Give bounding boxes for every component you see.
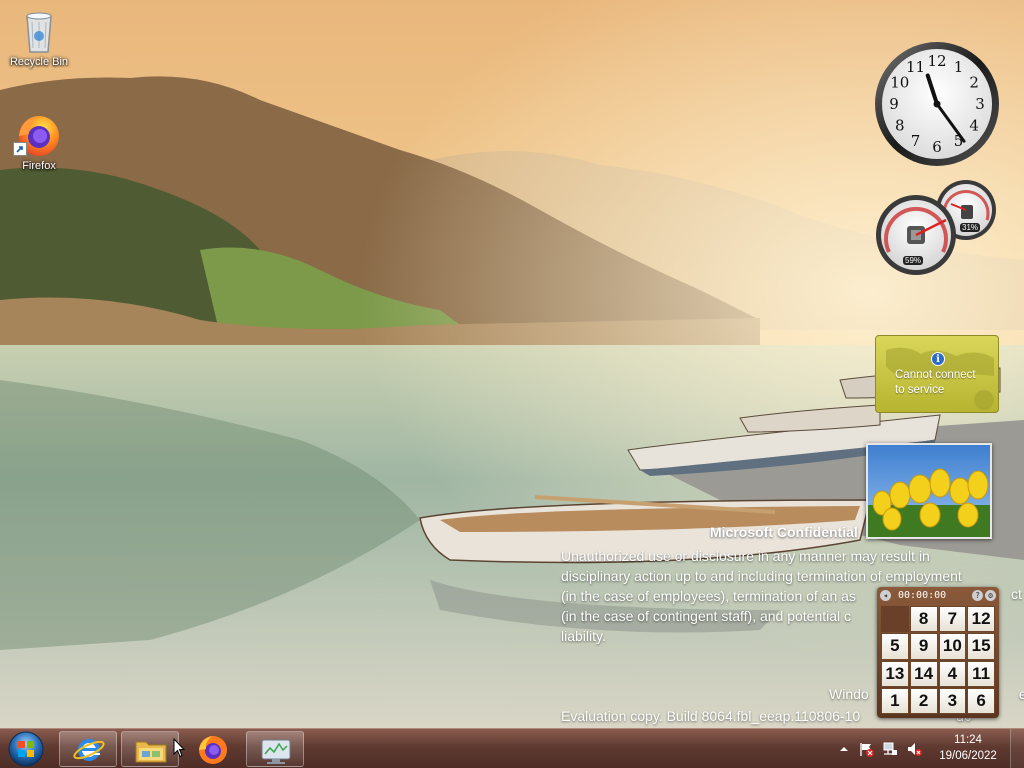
firefox-icon [13,110,63,158]
recycle-bin-icon [15,6,63,54]
puzzle-tile[interactable]: 13 [881,660,909,687]
confidential-title: Microsoft Confidential [710,524,858,540]
desktop-icon-label: Firefox [22,160,56,172]
show-hidden-icon[interactable] [836,741,852,757]
ie-icon [73,739,105,761]
cpu-usage-label: 59% [903,256,924,265]
clock-numeral: 3 [975,95,985,113]
puzzle-toolbar: ◂ 00:00:00 ? ⚙ [880,589,996,603]
shortcut-arrow-icon [13,142,27,156]
info-icon: i [931,352,945,366]
action-center-flag-icon[interactable] [858,741,874,757]
clock-numeral: 7 [911,132,921,150]
puzzle-tile[interactable]: 6 [967,687,995,714]
puzzle-empty-slot [881,606,909,633]
confidential-body-fragment: ct [1011,586,1022,602]
weather-status-message: Cannot connect to service [895,369,976,396]
puzzle-tile[interactable]: 3 [938,687,967,714]
puzzle-tile[interactable]: 4 [938,660,967,687]
clock-numeral: 8 [895,117,905,135]
memory-usage-label: 31% [960,223,981,232]
mouse-cursor [173,737,186,758]
puzzle-tile[interactable]: 10 [938,633,967,660]
clock-numeral: 11 [906,58,925,76]
puzzle-tile[interactable]: 1 [881,687,909,714]
monitor-icon [261,739,291,764]
puzzle-tile[interactable]: 8 [909,606,938,633]
volume-muted-icon[interactable] [906,741,922,757]
puzzle-tile[interactable]: 7 [938,606,967,633]
puzzle-tile[interactable]: 12 [967,606,995,633]
puzzle-timer: 00:00:00 [898,590,947,601]
slideshow-gadget[interactable] [866,443,992,539]
clock-numeral: 2 [969,74,979,92]
clock-numeral: 4 [969,117,979,135]
clock-numeral: 9 [889,95,899,113]
puzzle-tile[interactable]: 9 [909,633,938,660]
windows-start-icon [8,731,44,767]
taskbar-windows-explorer[interactable] [121,731,179,767]
taskbar-firefox[interactable] [184,731,242,767]
cpu-meter-gadget[interactable]: 59% 31% [873,180,1001,275]
desktop-icon-recycle-bin[interactable]: Recycle Bin [1,6,77,68]
taskbar: 11:24 19/06/2022 [0,728,1024,768]
tulips-photo [868,445,990,537]
folder-icon [135,741,167,763]
weather-gadget[interactable]: i Cannot connect to service [875,335,999,413]
start-button[interactable] [4,730,48,768]
puzzle-tile[interactable]: 5 [881,633,909,660]
taskbar-internet-explorer[interactable] [59,731,117,767]
build-info-left: Evaluation copy. Build 8064.fbl_eeap.110… [561,708,861,724]
clock-numeral: 6 [932,138,942,156]
puzzle-tile[interactable]: 14 [909,660,938,687]
puzzle-tile[interactable]: 2 [909,687,938,714]
puzzle-help-icon[interactable]: ? [972,590,983,601]
firefox-icon [199,736,227,764]
clock-numeral: 1 [954,58,964,76]
desktop-icon-label: Recycle Bin [9,56,69,68]
puzzle-shuffle-icon[interactable]: ⚙ [985,590,996,601]
picture-puzzle-gadget[interactable]: ◂ 00:00:00 ? ⚙ 8 7 12 5 9 10 15 13 14 4 11 1 2 3 6 [877,587,999,718]
taskbar-resource-monitor[interactable] [246,731,304,767]
os-name-left: Windo [829,686,869,702]
taskbar-clock-time[interactable]: 11:24 [925,734,1011,746]
show-desktop-button[interactable] [1010,729,1024,768]
clock-numeral: 12 [927,52,946,70]
puzzle-grid: 8 7 12 5 9 10 15 13 14 4 11 1 2 3 6 [881,606,995,714]
taskbar-clock-date[interactable]: 19/06/2022 [925,750,1011,762]
clock-numeral: 10 [890,74,909,92]
puzzle-tile[interactable]: 11 [967,660,995,687]
network-icon[interactable] [882,741,898,757]
desktop-icon-firefox[interactable]: Firefox [1,110,77,172]
puzzle-tile[interactable]: 15 [967,633,995,660]
puzzle-pause-icon[interactable]: ◂ [880,590,891,601]
os-name-right: ew [1018,686,1024,702]
clock-gadget[interactable]: 1 2 3 4 5 6 7 8 9 10 11 12 [873,40,1001,168]
